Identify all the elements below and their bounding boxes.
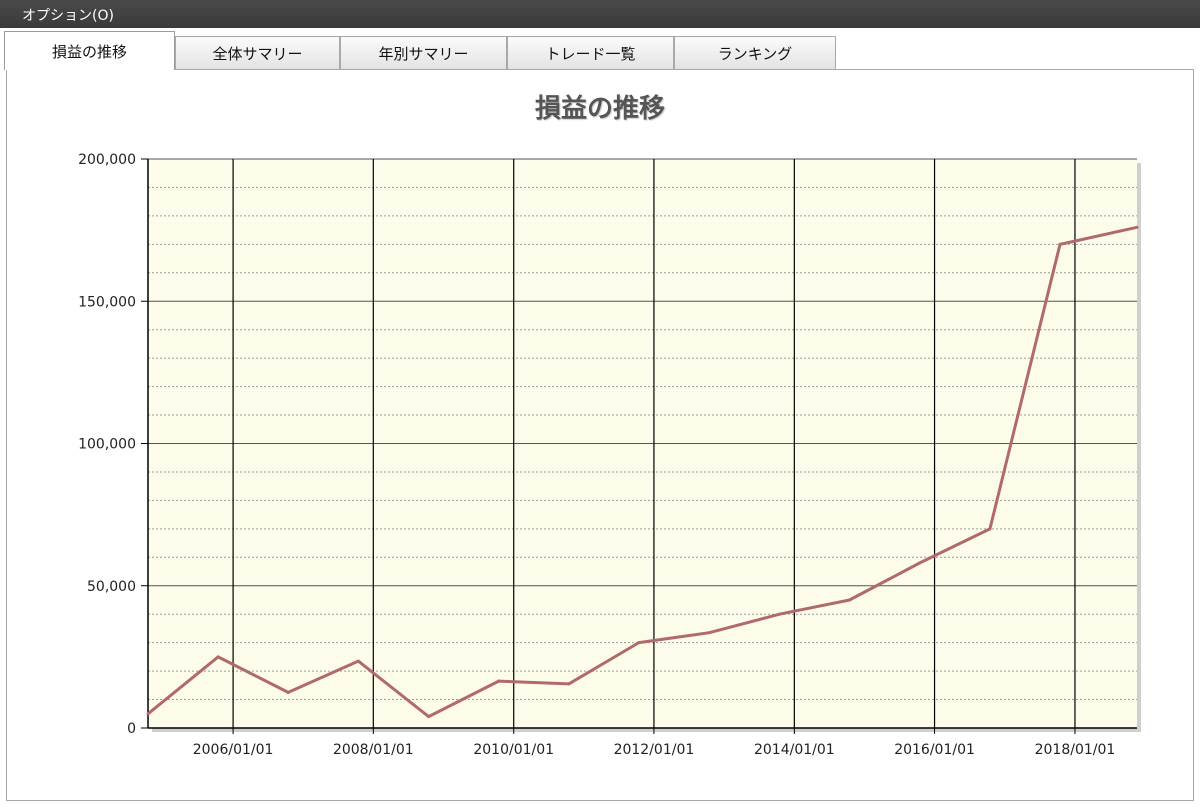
data-point	[146, 712, 150, 716]
x-tick-label: 2016/01/01	[894, 742, 975, 758]
x-tick-label: 2018/01/01	[1035, 742, 1116, 758]
x-tick-label: 2014/01/01	[754, 742, 835, 758]
data-point	[497, 679, 501, 683]
y-tick-label: 50,000	[87, 579, 136, 595]
x-tick-label: 2012/01/01	[614, 742, 695, 758]
y-tick-label: 150,000	[78, 294, 136, 310]
data-point	[637, 641, 641, 645]
data-point	[777, 612, 781, 616]
data-point	[1058, 242, 1062, 246]
tab-profit-trend[interactable]: 損益の推移	[4, 31, 175, 70]
data-point	[356, 659, 360, 663]
y-tick-label: 200,000	[78, 152, 136, 168]
x-tick-label: 2006/01/01	[193, 742, 274, 758]
x-tick-label: 2008/01/01	[333, 742, 414, 758]
profit-chart: 0 50,000 100,000 150,000 200,000 2006/01/01 20…	[78, 152, 1141, 758]
y-tick-label: 100,000	[78, 437, 136, 453]
data-point	[1135, 225, 1139, 229]
data-point	[567, 682, 571, 686]
y-tick-label: 0	[127, 721, 136, 737]
data-point	[847, 598, 851, 602]
data-point	[286, 690, 290, 694]
tab-label: 損益の推移	[51, 42, 127, 61]
data-point	[216, 655, 220, 659]
data-point	[427, 715, 431, 719]
data-point	[988, 527, 992, 531]
data-point	[918, 561, 922, 565]
data-point	[707, 631, 711, 635]
x-tick-label: 2010/01/01	[473, 742, 554, 758]
